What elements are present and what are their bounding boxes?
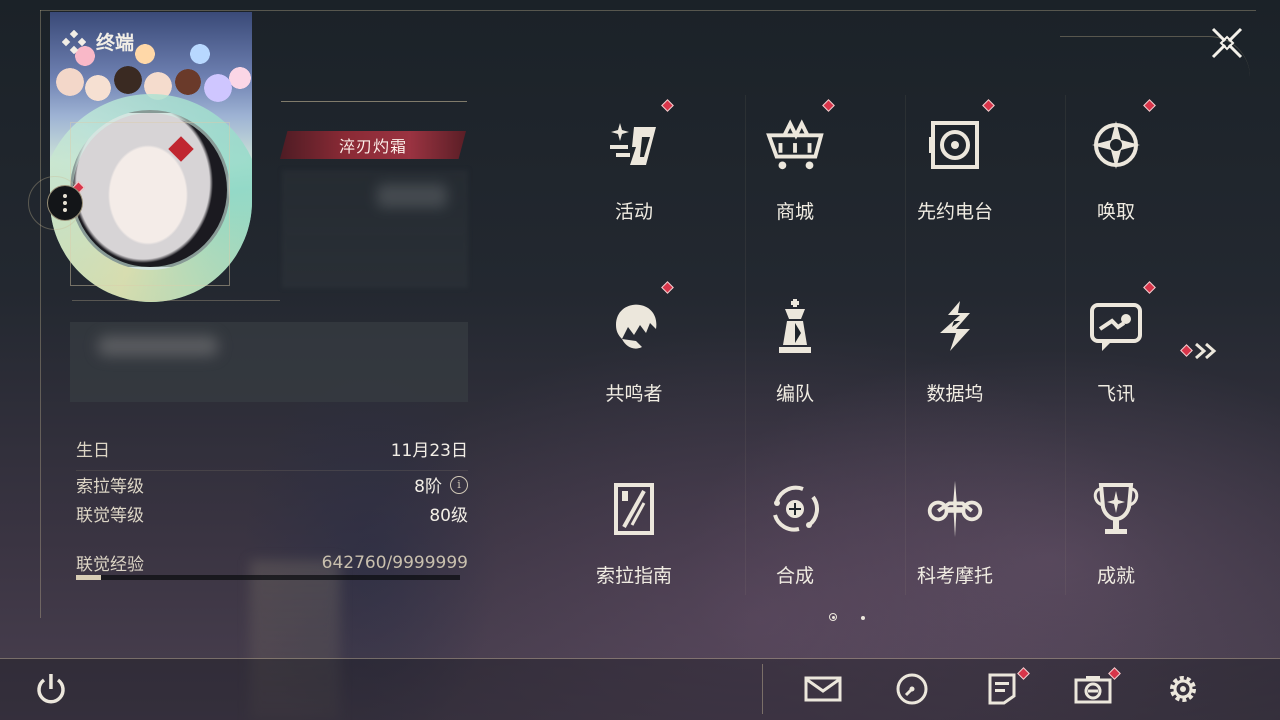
menu-item-radio[interactable]: 先约电台 — [890, 95, 1020, 245]
frame-left-line — [40, 10, 41, 618]
motorcycle-icon — [925, 479, 985, 539]
signature-divider — [72, 300, 280, 301]
menu-item-guide[interactable]: 索拉指南 — [569, 459, 699, 609]
double-chevron-right-icon — [1195, 342, 1217, 360]
stat-union-exp: 联觉经验 642760/9999999 — [76, 550, 468, 576]
stat-birthday: 生日 11月23日 — [76, 436, 468, 461]
convene-icon — [1086, 115, 1146, 175]
settings-button[interactable] — [1162, 668, 1204, 710]
player-name-blurred — [282, 170, 468, 288]
menu-item-label: 共鸣者 — [605, 383, 663, 405]
menu-item-label: 索拉指南 — [595, 565, 672, 587]
shop-cart-icon — [765, 115, 825, 175]
stat-sola-level: 索拉等级 8阶 i — [76, 472, 468, 497]
stat-label: 生日 — [76, 441, 110, 461]
terminal-diamond-icon — [62, 29, 86, 54]
stat-union-level: 联觉等级 80级 — [76, 501, 468, 526]
more-vertical-icon — [63, 194, 67, 212]
stat-value: 11月23日 — [390, 441, 468, 461]
menu-item-label: 科考摩托 — [916, 565, 993, 587]
notify-dot — [1143, 99, 1156, 112]
page-indicator-active[interactable] — [829, 613, 837, 621]
menu-item-convene[interactable]: 唤取 — [1051, 95, 1181, 245]
chat-icon — [1086, 297, 1146, 357]
title-tag[interactable]: 淬刃灼霜 — [280, 131, 466, 159]
frame-top-line — [40, 10, 1256, 11]
stat-value: 80级 — [429, 506, 468, 526]
next-page-button[interactable] — [1192, 340, 1224, 362]
notify-dot — [661, 99, 674, 112]
stat-value-wrap: 8阶 i — [414, 472, 468, 497]
profile-options-button[interactable] — [47, 185, 83, 221]
menu-item-activity[interactable]: 活动 — [569, 95, 699, 245]
close-button[interactable] — [1206, 22, 1248, 64]
stat-value: 642760/9999999 — [321, 552, 468, 573]
menu-item-label: 飞讯 — [1096, 383, 1135, 405]
menu-item-label: 编队 — [775, 383, 814, 405]
signature-box-blurred[interactable] — [70, 322, 468, 402]
menu-item-resonator[interactable]: 共鸣者 — [569, 277, 699, 427]
next-page-notify-dot — [1180, 344, 1193, 357]
exp-progress-bar — [76, 575, 460, 580]
title-tag-text: 淬刃灼霜 — [338, 137, 407, 156]
data-bank-icon — [925, 297, 985, 357]
activity-icon — [604, 115, 664, 175]
camera-icon — [1074, 676, 1112, 704]
history-button[interactable] — [891, 668, 933, 710]
notice-icon — [988, 673, 1016, 705]
power-button[interactable] — [30, 668, 72, 710]
menu-item-achievement[interactable]: 成就 — [1051, 459, 1181, 609]
menu-item-label: 先约电台 — [916, 201, 993, 223]
mail-button[interactable] — [802, 668, 844, 710]
info-icon[interactable]: i — [450, 475, 468, 494]
notify-dot — [1143, 281, 1156, 294]
avatar-frame — [70, 122, 230, 286]
stat-label: 索拉等级 — [76, 477, 144, 497]
bottom-divider-line — [0, 658, 1280, 659]
menu-item-data-bank[interactable]: 数据坞 — [890, 277, 1020, 427]
menu-item-shop[interactable]: 商城 — [730, 95, 860, 245]
resonator-icon — [604, 297, 664, 357]
radio-icon — [925, 115, 985, 175]
guide-book-icon — [604, 479, 664, 539]
notify-dot — [982, 99, 995, 112]
trophy-icon — [1086, 479, 1146, 539]
panel-header: 终端 — [62, 28, 134, 55]
menu-item-motorcycle[interactable]: 科考摩托 — [890, 459, 1020, 609]
menu-item-label: 唤取 — [1096, 201, 1135, 223]
mail-icon — [804, 676, 842, 702]
notify-dot — [661, 281, 674, 294]
stat-divider — [76, 470, 468, 471]
stat-label: 联觉经验 — [76, 555, 144, 575]
photo-button[interactable] — [1072, 667, 1121, 710]
notice-button[interactable] — [981, 667, 1030, 710]
power-icon — [37, 674, 65, 704]
menu-item-team[interactable]: 编队 — [730, 277, 860, 427]
close-icon — [1211, 27, 1243, 59]
menu-item-chat[interactable]: 飞讯 — [1051, 277, 1181, 427]
exp-progress-fill — [76, 575, 101, 580]
name-divider — [281, 101, 467, 102]
menu-item-label: 活动 — [614, 201, 653, 223]
synthesis-icon — [765, 479, 825, 539]
team-chess-icon — [765, 297, 825, 357]
notify-dot — [822, 99, 835, 112]
menu-item-label: 数据坞 — [926, 383, 984, 405]
stat-value: 8阶 — [414, 477, 442, 497]
menu-item-label: 成就 — [1096, 565, 1135, 587]
menu-item-label: 合成 — [775, 565, 814, 587]
menu-item-synthesis[interactable]: 合成 — [730, 459, 860, 609]
stat-label: 联觉等级 — [76, 506, 144, 526]
page-indicator[interactable] — [861, 616, 865, 620]
clock-icon — [896, 673, 928, 705]
bottom-vertical-divider — [762, 664, 763, 714]
settings-gear-icon — [1170, 676, 1196, 702]
page-title: 终端 — [96, 32, 135, 54]
menu-item-label: 商城 — [775, 201, 814, 223]
